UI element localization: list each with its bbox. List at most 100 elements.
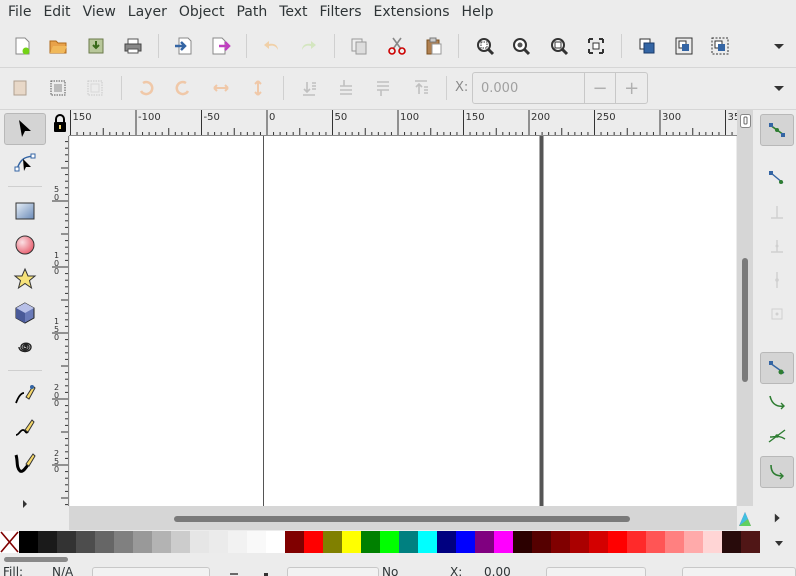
palette-scroll-thumb[interactable] bbox=[4, 557, 68, 562]
horizontal-scrollbar[interactable] bbox=[69, 506, 737, 530]
drawing-canvas[interactable] bbox=[70, 136, 736, 506]
x-input[interactable]: 0.000 bbox=[473, 81, 584, 96]
palette-swatch[interactable] bbox=[285, 531, 304, 553]
menu-edit[interactable]: Edit bbox=[37, 0, 76, 24]
zoom-fit-button[interactable] bbox=[580, 26, 612, 66]
spiral-tool[interactable] bbox=[4, 331, 46, 363]
cut-button[interactable] bbox=[381, 26, 413, 66]
paste-button[interactable] bbox=[418, 26, 450, 66]
import-button[interactable] bbox=[167, 26, 199, 66]
rotate-ccw-button[interactable] bbox=[130, 68, 162, 108]
scroll-lock-icon[interactable] bbox=[740, 114, 751, 128]
snap-bbox-corners-button[interactable] bbox=[760, 230, 794, 262]
export-button[interactable] bbox=[205, 26, 237, 66]
zoom-page-button[interactable] bbox=[543, 26, 575, 66]
palette-swatch[interactable] bbox=[722, 531, 741, 553]
snap-more-button[interactable] bbox=[760, 502, 794, 534]
snap-enable-button[interactable] bbox=[760, 114, 794, 146]
snap-nodes-button[interactable] bbox=[760, 352, 794, 384]
palette-swatch[interactable] bbox=[551, 531, 570, 553]
select-all-button[interactable] bbox=[4, 68, 36, 108]
color-management-icon[interactable] bbox=[737, 508, 753, 528]
palette-menu-icon[interactable] bbox=[772, 536, 786, 550]
toolbox-more-button[interactable] bbox=[10, 494, 40, 514]
palette-swatch[interactable] bbox=[570, 531, 589, 553]
vertical-ruler[interactable]: 50100150200250 bbox=[52, 136, 69, 506]
menu-extensions[interactable]: Extensions bbox=[368, 0, 456, 24]
palette-swatch[interactable] bbox=[152, 531, 171, 553]
zoom-selection-button[interactable] bbox=[469, 26, 501, 66]
palette-swatch[interactable] bbox=[323, 531, 342, 553]
palette-swatch[interactable] bbox=[133, 531, 152, 553]
palette-swatch[interactable] bbox=[494, 531, 513, 553]
raise-to-top-button[interactable] bbox=[405, 68, 437, 108]
calligraphy-tool[interactable] bbox=[4, 447, 46, 479]
stroke-width-box[interactable] bbox=[92, 567, 210, 576]
palette-swatch[interactable] bbox=[399, 531, 418, 553]
copy-button[interactable] bbox=[343, 26, 375, 66]
menu-text[interactable]: Text bbox=[273, 0, 313, 24]
ellipse-tool[interactable] bbox=[4, 229, 46, 261]
layer-lock-icon[interactable] bbox=[262, 571, 270, 576]
palette-swatch[interactable] bbox=[57, 531, 76, 553]
vertical-scroll-thumb[interactable] bbox=[742, 258, 748, 382]
zoom-box[interactable] bbox=[682, 567, 796, 576]
palette-swatch[interactable] bbox=[665, 531, 684, 553]
palette-swatch[interactable] bbox=[684, 531, 703, 553]
no-paint-swatch[interactable] bbox=[0, 531, 19, 553]
snap-bbox-midpoints-button[interactable] bbox=[760, 264, 794, 296]
vertical-scrollbar[interactable] bbox=[737, 110, 753, 506]
horizontal-scroll-thumb[interactable] bbox=[174, 516, 630, 522]
deselect-button[interactable] bbox=[79, 68, 111, 108]
menu-file[interactable]: File bbox=[2, 0, 37, 24]
guides-lock-icon[interactable] bbox=[52, 113, 68, 133]
snap-bbox-edges-button[interactable] bbox=[760, 196, 794, 228]
save-button[interactable] bbox=[80, 26, 112, 66]
ungroup-button[interactable] bbox=[704, 26, 736, 66]
snap-bbox-centers-button[interactable] bbox=[760, 298, 794, 330]
palette-swatch[interactable] bbox=[361, 531, 380, 553]
menu-filters[interactable]: Filters bbox=[314, 0, 368, 24]
commands-overflow-icon[interactable] bbox=[772, 39, 786, 53]
palette-swatch[interactable] bbox=[418, 531, 437, 553]
flip-vertical-button[interactable] bbox=[242, 68, 274, 108]
palette-swatch[interactable] bbox=[608, 531, 627, 553]
x-spinbox[interactable]: 0.000 − + bbox=[472, 72, 648, 104]
palette-scrollbar[interactable] bbox=[0, 555, 770, 563]
palette-swatch[interactable] bbox=[589, 531, 608, 553]
palette-swatch[interactable] bbox=[741, 531, 760, 553]
palette-swatch[interactable] bbox=[266, 531, 285, 553]
layer-selector[interactable] bbox=[287, 567, 379, 576]
duplicate-button[interactable] bbox=[631, 26, 663, 66]
node-tool[interactable] bbox=[4, 147, 46, 179]
layer-visibility-icon[interactable] bbox=[230, 571, 238, 576]
raise-button[interactable] bbox=[367, 68, 399, 108]
palette-swatch[interactable] bbox=[19, 531, 38, 553]
menu-layer[interactable]: Layer bbox=[122, 0, 173, 24]
new-document-button[interactable] bbox=[6, 26, 38, 66]
palette-swatch[interactable] bbox=[38, 531, 57, 553]
menu-view[interactable]: View bbox=[77, 0, 122, 24]
x-increment-button[interactable]: + bbox=[615, 73, 647, 103]
pencil-tool[interactable] bbox=[4, 413, 46, 445]
palette-swatch[interactable] bbox=[456, 531, 475, 553]
selector-tool[interactable] bbox=[4, 113, 46, 145]
palette-swatch[interactable] bbox=[95, 531, 114, 553]
palette-swatch[interactable] bbox=[114, 531, 133, 553]
snap-cusp-nodes-button[interactable] bbox=[760, 456, 794, 488]
rotate-cw-button[interactable] bbox=[167, 68, 199, 108]
palette-swatch[interactable] bbox=[532, 531, 551, 553]
palette-swatch[interactable] bbox=[228, 531, 247, 553]
star-tool[interactable] bbox=[4, 263, 46, 295]
controls-overflow-icon[interactable] bbox=[772, 81, 786, 95]
open-button[interactable] bbox=[42, 26, 74, 66]
snap-paths-button[interactable] bbox=[760, 386, 794, 418]
pen-tool[interactable] bbox=[4, 379, 46, 411]
palette-swatch[interactable] bbox=[646, 531, 665, 553]
palette-swatch[interactable] bbox=[437, 531, 456, 553]
palette-swatch[interactable] bbox=[209, 531, 228, 553]
redo-button[interactable] bbox=[293, 26, 325, 66]
palette-swatch[interactable] bbox=[627, 531, 646, 553]
palette-swatch[interactable] bbox=[380, 531, 399, 553]
palette-swatch[interactable] bbox=[513, 531, 532, 553]
